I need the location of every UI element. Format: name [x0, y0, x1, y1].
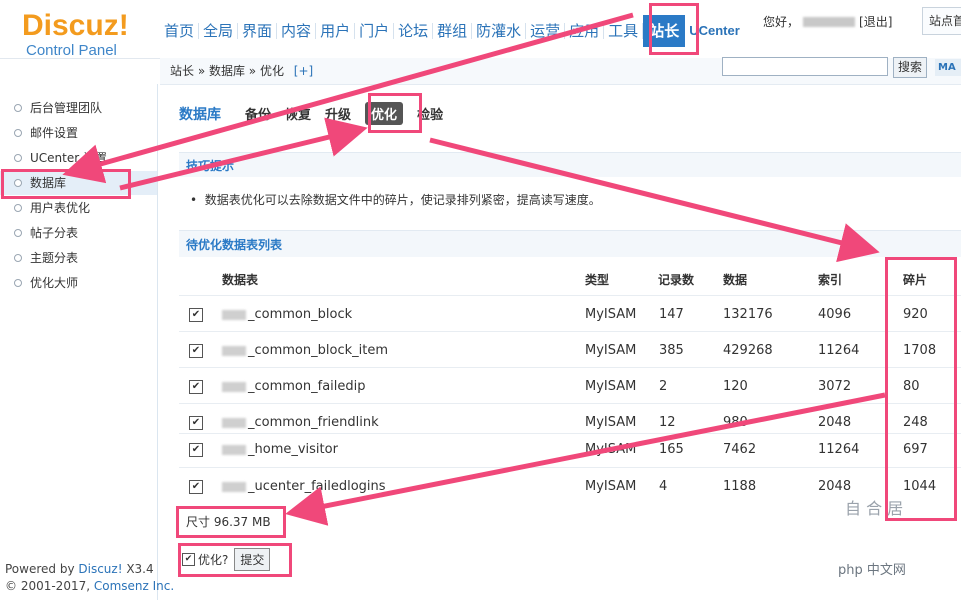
arrow-to-database — [62, 12, 634, 184]
arrow-to-fragment — [429, 137, 880, 263]
watermark-site: php 中文网 — [838, 563, 906, 578]
arrow-to-size — [285, 392, 886, 526]
annotation-arrows — [62, 12, 886, 526]
arrow-to-optimize — [119, 117, 368, 191]
